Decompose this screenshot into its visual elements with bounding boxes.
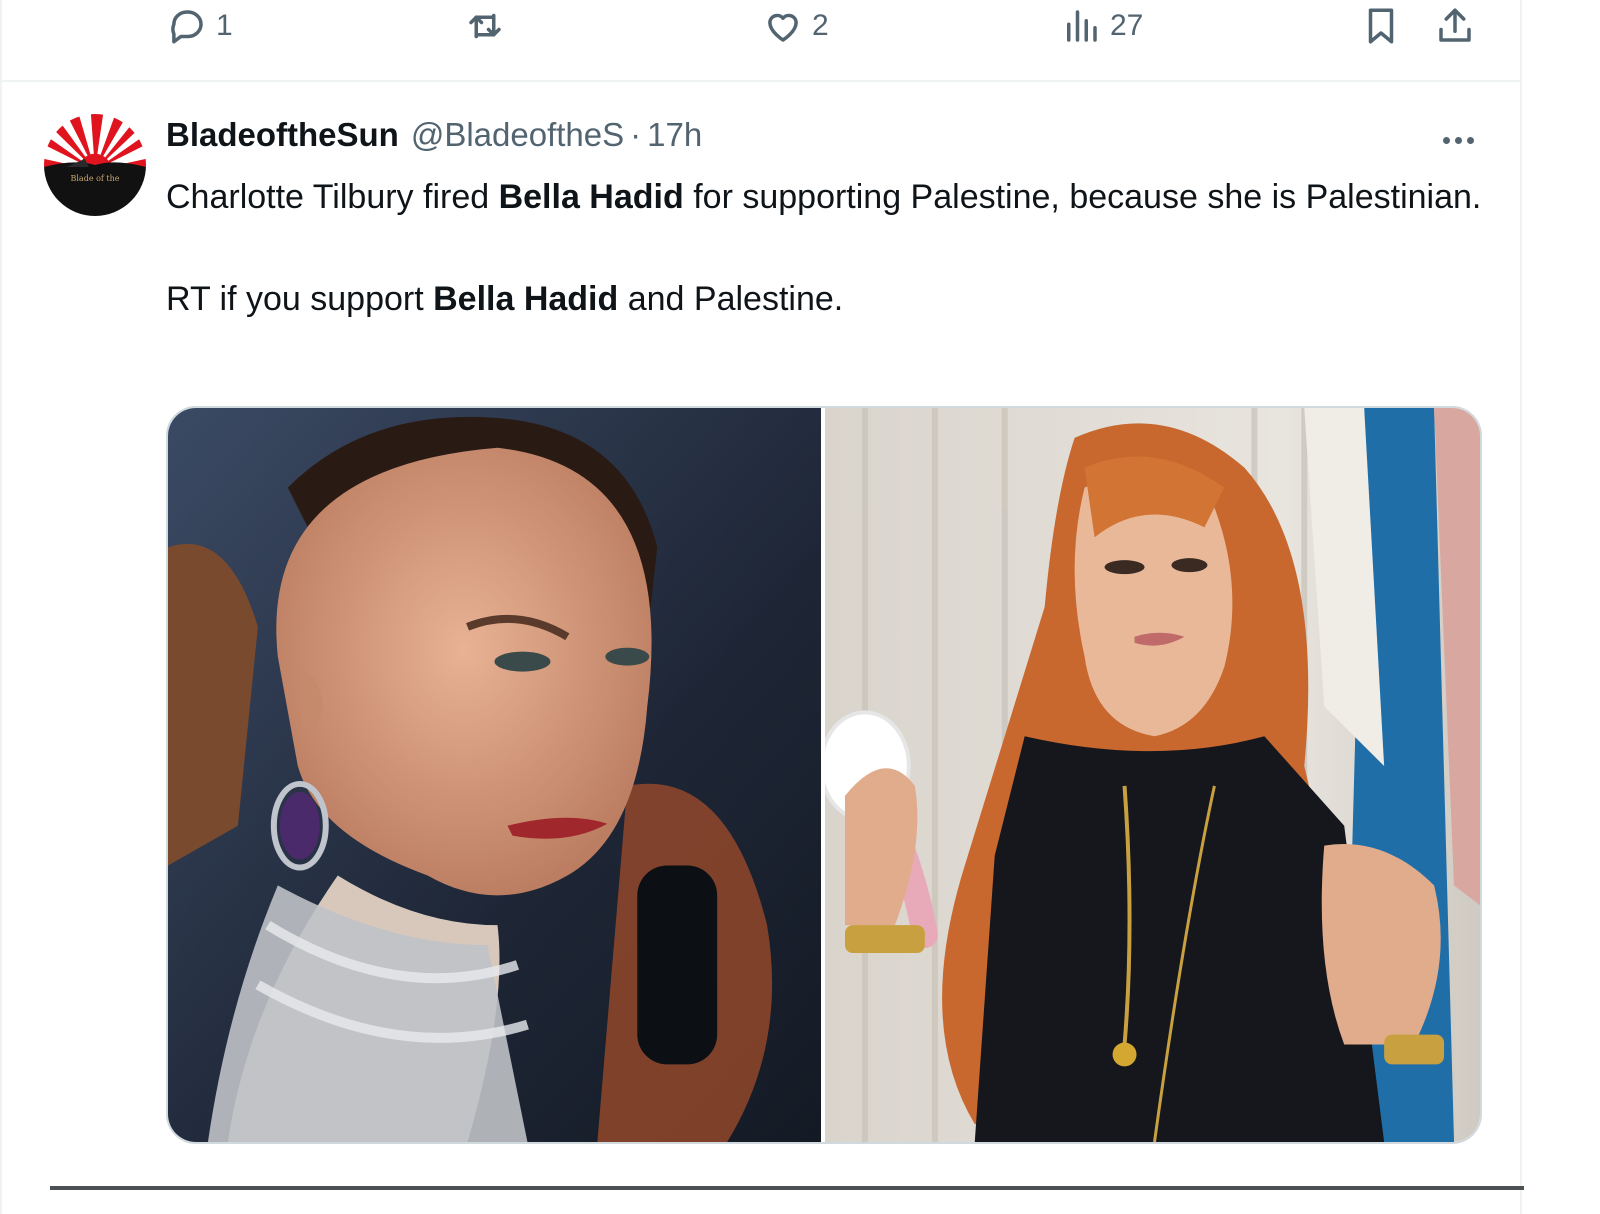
more-dot-icon [1454, 136, 1462, 144]
photo-charlotte-tilbury-icon [825, 408, 1480, 1142]
tweet-paragraph-2: RT if you support Bella Hadid and Palest… [166, 274, 1486, 325]
like-button[interactable]: 2 [762, 4, 829, 48]
bookmark-button[interactable] [1360, 4, 1402, 48]
highlighted-term: Bella Hadid [498, 178, 684, 216]
retweet-button[interactable] [464, 4, 514, 48]
avatar[interactable]: Blade of the [44, 114, 146, 216]
more-dot-icon [1442, 136, 1450, 144]
reply-icon [171, 10, 203, 44]
previous-tweet-action-bar: 1 2 27 [2, 0, 1522, 82]
separator-dot: · [630, 116, 642, 153]
text-span: for supporting Palestine, because she is… [683, 178, 1482, 216]
retweet-icon [469, 13, 501, 39]
reply-button[interactable]: 1 [166, 4, 233, 48]
text-span: Charlotte Tilbury fired [166, 178, 499, 216]
analytics-icon [1067, 10, 1097, 42]
like-count: 2 [812, 9, 829, 42]
tweet-media-grid [166, 406, 1482, 1144]
tweet-header: BladeoftheSun @BladeoftheS · 17h [166, 116, 702, 160]
tweet-text: Charlotte Tilbury fired Bella Hadid for … [166, 172, 1486, 325]
share-button[interactable] [1434, 4, 1476, 48]
more-dot-icon [1466, 136, 1474, 144]
avatar-caption: Blade of the [70, 174, 120, 183]
media-photo-1[interactable] [168, 408, 821, 1142]
text-span: and Palestine. [618, 280, 844, 318]
photo-bella-hadid-icon [168, 408, 821, 1142]
views-count: 27 [1110, 9, 1144, 42]
author-display-name[interactable]: BladeoftheSun [166, 116, 399, 154]
text-span: RT if you support [166, 280, 434, 318]
timeline-column: 1 2 27 Blade of the BladeoftheSun @Blade… [0, 0, 1524, 1214]
reply-count: 1 [216, 9, 233, 42]
media-photo-2[interactable] [825, 408, 1480, 1142]
bookmark-icon [1368, 8, 1394, 44]
author-handle[interactable]: @BladeoftheS [411, 116, 624, 154]
tweet-paragraph-1: Charlotte Tilbury fired Bella Hadid for … [166, 172, 1486, 223]
highlighted-term: Bella Hadid [433, 280, 619, 318]
more-options-button[interactable] [1436, 124, 1480, 156]
tweet[interactable]: Blade of the BladeoftheSun @BladeoftheS … [2, 84, 1522, 1190]
rising-sun-avatar-icon [44, 114, 146, 216]
views-button[interactable]: 27 [1060, 4, 1143, 48]
heart-icon [768, 13, 798, 42]
share-icon [1439, 8, 1471, 42]
tweet-timestamp[interactable]: 17h [647, 116, 702, 154]
next-tweet-edge [50, 1186, 1524, 1190]
